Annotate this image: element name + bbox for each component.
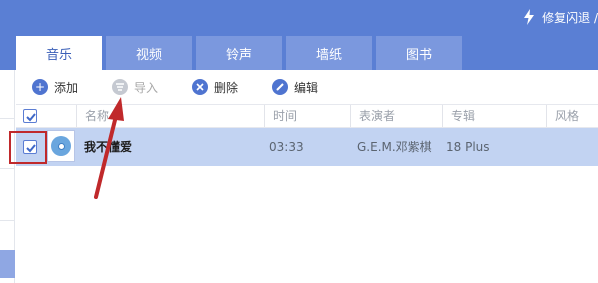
x-icon [192, 79, 209, 95]
song-artist: G.E.M.邓紫棋 [357, 140, 432, 154]
column-header-album[interactable]: 专辑 [442, 105, 546, 127]
song-album: 18 Plus [446, 140, 490, 154]
select-all-checkbox[interactable] [23, 109, 37, 123]
column-header-time[interactable]: 时间 [264, 105, 350, 127]
sidebar-divider [0, 220, 15, 221]
tab-wallpaper[interactable]: 墙纸 [286, 36, 372, 70]
sidebar-divider [0, 118, 15, 119]
import-button[interactable]: 导入 [112, 79, 158, 96]
tab-books[interactable]: 图书 [376, 36, 462, 70]
tab-music[interactable]: 音乐 [16, 36, 102, 70]
song-disc-icon [47, 130, 75, 162]
column-header-genre[interactable]: 风格 [546, 105, 598, 127]
delete-label: 删除 [214, 80, 239, 95]
song-title: 我不懂爱 [84, 140, 133, 154]
edit-label: 编辑 [294, 80, 319, 95]
sidebar-divider [0, 168, 15, 169]
add-button[interactable]: + 添加 [32, 79, 78, 96]
table-header: 名称 时间 表演者 专辑 风格 [16, 104, 598, 128]
tab-video[interactable]: 视频 [106, 36, 192, 70]
plus-icon: + [32, 79, 48, 95]
checkmark-icon [26, 113, 36, 122]
import-label: 导入 [134, 80, 159, 95]
pencil-icon [272, 79, 289, 95]
song-time: 03:33 [269, 140, 304, 154]
tab-ringtone[interactable]: 铃声 [196, 36, 282, 70]
highlight-box [9, 131, 47, 164]
edit-button[interactable]: 编辑 [272, 79, 318, 96]
lightning-icon [524, 9, 535, 25]
sidebar-selected-item[interactable] [0, 250, 15, 278]
import-icon [112, 79, 129, 95]
delete-button[interactable]: 删除 [192, 79, 238, 96]
repair-crash-button[interactable]: 修复闪退 / [522, 8, 598, 26]
table-row[interactable]: 我不懂爱 03:33 G.E.M.邓紫棋 18 Plus [16, 128, 598, 166]
column-header-artist[interactable]: 表演者 [350, 105, 442, 127]
repair-crash-label: 修复闪退 / [542, 10, 598, 25]
add-label: 添加 [54, 80, 79, 95]
left-sidebar-edge [0, 70, 15, 283]
action-toolbar: + 添加 导入 删除 编辑 [16, 70, 598, 104]
column-header-name[interactable]: 名称 [76, 105, 264, 127]
media-tabs: 音乐 视频 铃声 墙纸 图书 [16, 36, 466, 70]
top-header-bar: 修复闪退 / 音乐 视频 铃声 墙纸 图书 [0, 0, 598, 70]
